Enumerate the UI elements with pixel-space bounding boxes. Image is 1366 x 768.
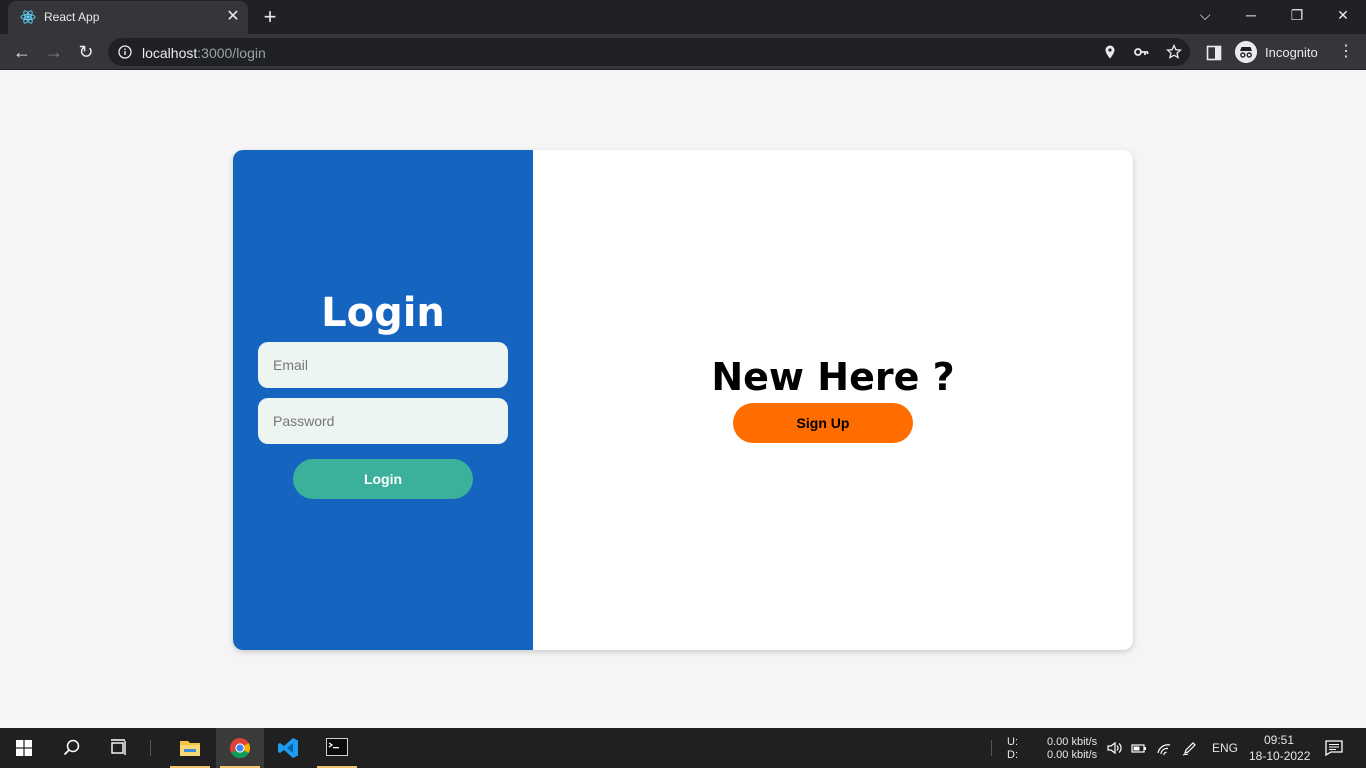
pen-workspace-icon[interactable] [1182, 740, 1198, 756]
language-indicator[interactable]: ENG [1212, 741, 1238, 755]
login-panel: Login Login [233, 150, 533, 650]
clock-time[interactable]: 09:51 [1264, 733, 1294, 747]
url-path: :3000/login [197, 45, 266, 61]
net-down-value: 0.00 kbit/s [1047, 749, 1098, 761]
key-icon[interactable] [1133, 44, 1149, 60]
login-heading: Login [321, 290, 445, 336]
password-field[interactable] [258, 398, 508, 444]
net-up-value: 0.00 kbit/s [1047, 736, 1098, 748]
chrome-button[interactable] [216, 728, 264, 768]
chrome-icon [230, 738, 251, 759]
vscode-button[interactable] [264, 728, 312, 768]
net-down-label: D: [1007, 749, 1018, 761]
url-host: localhost [142, 45, 198, 61]
terminal-button[interactable] [313, 728, 361, 768]
tray-separator [991, 740, 992, 756]
net-up-label: U: [1007, 736, 1018, 748]
restore-icon[interactable]: ❐ [1274, 0, 1320, 30]
browser-tab-bar: React App ✕ + ⌵ ─ ❐ ✕ [0, 0, 1366, 34]
incognito-profile[interactable]: Incognito [1232, 39, 1324, 65]
bookmark-star-icon[interactable] [1166, 44, 1182, 60]
close-window-icon[interactable]: ✕ [1320, 0, 1366, 30]
url-text[interactable]: localhost:3000/login [142, 45, 266, 61]
minimize-icon[interactable]: ─ [1228, 0, 1274, 30]
info-icon[interactable] [118, 45, 132, 59]
battery-icon[interactable] [1131, 740, 1147, 756]
taskbar-separator [150, 740, 151, 756]
search-icon[interactable] [63, 739, 81, 757]
file-explorer-icon [180, 741, 200, 756]
windows-taskbar: U: D: 0.00 kbit/s 0.00 kbit/s ENG 09:51 … [0, 728, 1366, 768]
address-bar[interactable]: localhost:3000/login [108, 38, 1190, 66]
vscode-icon [278, 738, 298, 758]
windows-start-icon[interactable] [16, 740, 32, 756]
new-here-heading: New Here ? [711, 355, 955, 399]
file-explorer-button[interactable] [166, 728, 214, 768]
auth-card: Login Login New Here ? Sign Up [233, 150, 1133, 650]
notifications-icon[interactable] [1325, 740, 1343, 756]
tab-search-chevron-icon[interactable]: ⌵ [1182, 0, 1228, 30]
terminal-icon [326, 738, 348, 756]
back-icon[interactable]: ← [10, 40, 34, 64]
profile-label: Incognito [1265, 45, 1318, 60]
volume-icon[interactable] [1106, 740, 1122, 756]
signup-button[interactable]: Sign Up [733, 403, 913, 443]
side-panel-icon[interactable] [1206, 45, 1222, 61]
tab-title: React App [44, 10, 100, 24]
forward-icon[interactable]: → [42, 40, 66, 64]
task-view-icon[interactable] [110, 739, 128, 757]
tab-react-app[interactable]: React App ✕ [8, 1, 248, 34]
clock-date[interactable]: 18-10-2022 [1249, 749, 1310, 763]
reload-icon[interactable]: ↻ [74, 40, 98, 64]
login-button[interactable]: Login [293, 459, 473, 499]
react-icon [20, 10, 36, 24]
tab-close-icon[interactable]: ✕ [224, 8, 242, 26]
more-menu-icon[interactable]: ⋮ [1334, 40, 1358, 64]
wifi-icon[interactable] [1156, 740, 1172, 756]
email-field[interactable] [258, 342, 508, 388]
incognito-icon [1235, 41, 1257, 63]
location-pin-icon[interactable] [1102, 44, 1118, 60]
new-tab-icon[interactable]: + [259, 6, 281, 28]
browser-toolbar: ← → ↻ localhost:3000/login Incognito ⋮ [0, 34, 1366, 70]
